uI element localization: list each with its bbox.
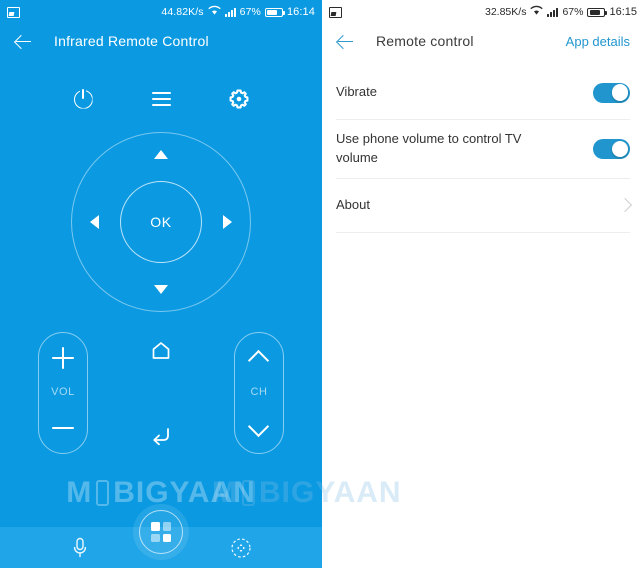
battery-icon: [264, 7, 285, 17]
channel-control: CH: [234, 332, 284, 454]
settings-row-about[interactable]: About: [336, 179, 633, 233]
settings-row-label: About: [336, 196, 370, 212]
volume-control: VOL: [38, 332, 88, 454]
settings-row-phone-volume[interactable]: Use phone volume to control TV volume: [336, 120, 630, 179]
chevron-down-icon: [249, 418, 269, 438]
settings-row-label: Use phone volume to control TV volume: [336, 131, 522, 165]
volume-up-button[interactable]: [39, 343, 87, 373]
clock: 16:15: [609, 6, 637, 18]
app-details-button[interactable]: App details: [566, 34, 630, 49]
voice-button[interactable]: [71, 536, 89, 560]
battery-percent: 67%: [562, 6, 584, 18]
apps-button[interactable]: [133, 504, 189, 560]
power-button[interactable]: [68, 84, 98, 114]
settings-button[interactable]: [224, 84, 254, 114]
app-bar-right: Remote control App details: [322, 24, 644, 58]
screenshot-icon: [7, 6, 20, 18]
settings-row-label: Vibrate: [336, 84, 377, 100]
settings-list: Vibrate Use phone volume to control TV v…: [322, 66, 644, 233]
toggle-knob: [611, 140, 629, 158]
network-speed: 44.82K/s: [161, 6, 204, 18]
channel-label: CH: [250, 386, 268, 398]
signal-bars-icon: [547, 7, 559, 17]
status-bar-right-group: 44.82K/s 67% 16:14: [161, 5, 315, 19]
back-arrow-icon[interactable]: [336, 31, 356, 51]
clock: 16:14: [286, 6, 315, 18]
left-arrow-icon[interactable]: [90, 215, 99, 229]
right-arrow-icon[interactable]: [223, 215, 232, 229]
menu-button[interactable]: [146, 84, 176, 114]
bottom-control-row: VOL CH: [0, 328, 322, 458]
app-bar-left: Infrared Remote Control: [0, 24, 322, 58]
back-return-button[interactable]: [149, 426, 173, 446]
touchpad-icon: [230, 537, 251, 558]
vibrate-toggle[interactable]: [593, 82, 630, 103]
ok-button[interactable]: OK: [120, 181, 202, 263]
chevron-up-icon: [249, 348, 269, 368]
status-bar-right-left-group: [329, 6, 342, 18]
touchpad-button[interactable]: [230, 537, 252, 559]
battery-percent: 67%: [239, 6, 261, 18]
network-speed: 32.85K/s: [485, 6, 527, 18]
volume-label: VOL: [51, 386, 75, 398]
gear-icon: [229, 89, 249, 109]
back-return-icon: [153, 428, 169, 446]
home-button[interactable]: [150, 340, 172, 360]
wifi-icon: [530, 5, 543, 19]
status-bar-left: 44.82K/s 67% 16:14: [0, 0, 322, 24]
up-arrow-icon[interactable]: [154, 150, 168, 159]
dpad: OK: [71, 132, 251, 312]
battery-icon: [587, 7, 608, 17]
top-control-row: [0, 80, 322, 118]
chevron-right-icon: [617, 198, 633, 213]
signal-bars-icon: [224, 7, 236, 17]
remote-control-screen: 44.82K/s 67% 16:14 Infrared Remote Contr…: [0, 0, 322, 568]
plus-icon: [52, 347, 74, 369]
status-bar-right: 32.85K/s 67% 16:15: [322, 0, 644, 24]
status-bar-left-group: [7, 6, 20, 18]
bottom-navigation-bar: [0, 504, 322, 568]
ok-button-label: OK: [150, 214, 172, 230]
power-icon: [74, 88, 93, 109]
settings-row-vibrate[interactable]: Vibrate: [336, 66, 630, 120]
screenshot-icon: [329, 6, 342, 18]
remote-settings-screen: 32.85K/s 67% 16:15 Remote control App de…: [212, 0, 644, 568]
volume-down-button[interactable]: [39, 413, 87, 443]
toggle-knob: [611, 84, 629, 101]
down-arrow-icon[interactable]: [154, 285, 168, 294]
back-arrow-icon[interactable]: [14, 31, 34, 51]
dual-screenshot-container: 44.82K/s 67% 16:14 Infrared Remote Contr…: [0, 0, 644, 568]
watermark-suffix: BIGYAAN: [113, 476, 256, 509]
microphone-icon: [73, 537, 86, 557]
menu-icon: [151, 92, 171, 106]
home-back-column: [149, 332, 173, 454]
wifi-icon: [208, 5, 221, 19]
phone-volume-toggle[interactable]: [593, 138, 630, 159]
status-bar-right-right-group: 32.85K/s 67% 16:15: [485, 5, 637, 19]
page-title: Infrared Remote Control: [54, 33, 209, 49]
channel-up-button[interactable]: [235, 343, 283, 373]
channel-down-button[interactable]: [235, 413, 283, 443]
phone-icon: [96, 480, 110, 506]
home-icon: [152, 342, 170, 359]
minus-icon: [52, 426, 74, 430]
watermark-prefix: M: [66, 476, 93, 509]
grid-squares-icon: [139, 510, 183, 554]
page-title: Remote control: [376, 33, 474, 49]
